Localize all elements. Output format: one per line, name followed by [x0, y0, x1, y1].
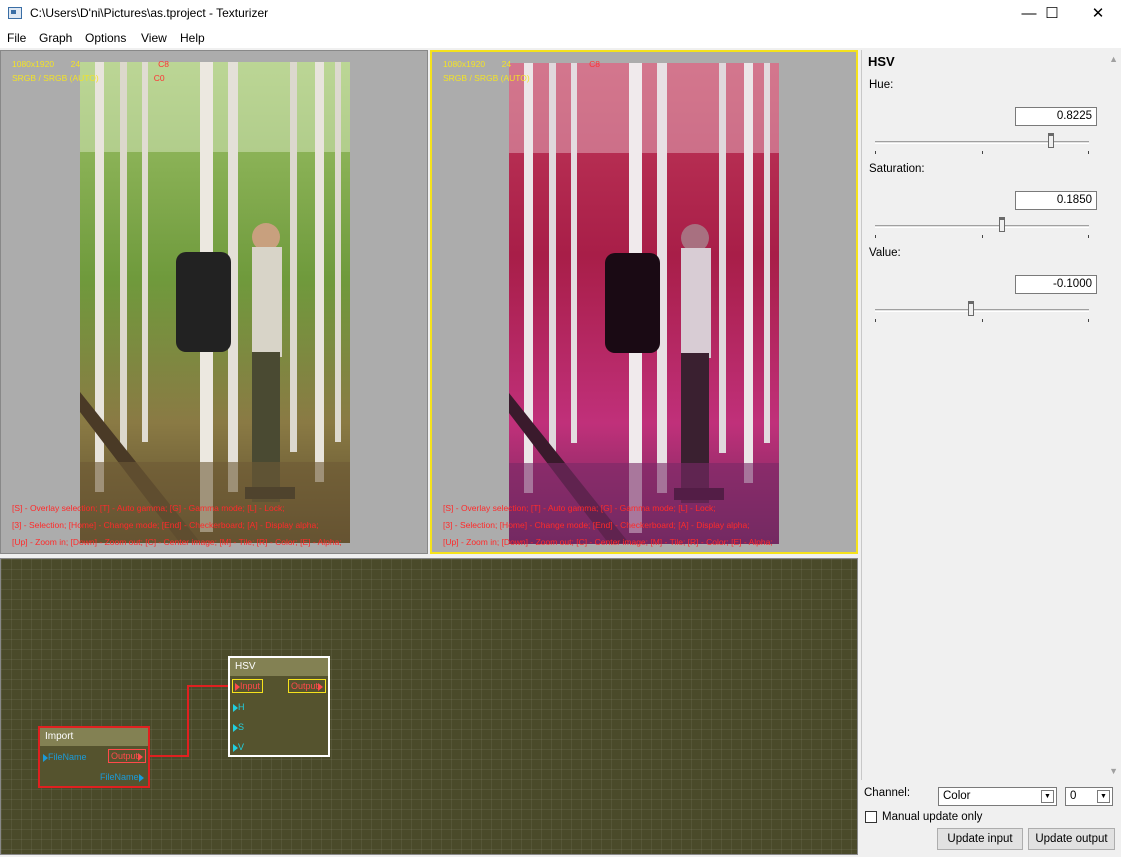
hsv-v-port[interactable]: V: [233, 742, 244, 752]
update-output-button[interactable]: Update output: [1028, 828, 1115, 850]
input-info-line2: SRGB / SRGB (AUTO) C0: [12, 73, 165, 83]
input-viewport[interactable]: 1080x1920 24 C8 SRGB / SRGB (AUTO) C0 [S] …: [0, 50, 428, 554]
output-viewport[interactable]: 1080x1920 24 C8 SRGB / SRGB (AUTO) [S] - …: [430, 50, 858, 554]
input-info-line1: 1080x1920 24 C8: [12, 59, 169, 69]
input-help-line3: [Up] - Zoom in; [Down] - Zoom out; [C] -…: [12, 537, 342, 547]
value-slider-thumb[interactable]: [968, 301, 975, 316]
port-arrow-icon: [138, 773, 144, 782]
port-arrow-icon: [138, 752, 144, 761]
output-help-line2: [3] - Selection; [Home] - Change mode; […: [443, 520, 750, 530]
import-node-title: Import: [40, 728, 148, 746]
menu-file[interactable]: File: [7, 31, 26, 45]
hsv-node-title: HSV: [230, 658, 328, 676]
hue-tick: [875, 151, 876, 154]
channel-select-value: Color: [943, 790, 971, 802]
scroll-down-icon[interactable]: ▼: [1109, 766, 1118, 776]
hsv-input-port[interactable]: Input: [232, 679, 264, 693]
input-depth: 24: [70, 59, 81, 69]
hsv-h-port[interactable]: H: [233, 702, 245, 712]
hue-slider-thumb[interactable]: [1048, 133, 1054, 148]
chevron-down-icon: ▼: [1041, 790, 1054, 803]
input-channel: C8: [158, 59, 169, 69]
value-slider[interactable]: [875, 301, 1089, 316]
hsv-input-label: Input: [240, 681, 261, 691]
menu-help[interactable]: Help: [180, 31, 205, 45]
channel-select[interactable]: Color ▼: [938, 787, 1057, 806]
import-filename-output-port[interactable]: FileName: [100, 772, 144, 782]
value-tick: [875, 319, 876, 322]
value-label: Value:: [869, 247, 901, 259]
import-node[interactable]: Import FileName Output FileName: [38, 726, 150, 788]
import-filename-input-port[interactable]: FileName: [43, 752, 87, 762]
panel-title: HSV: [868, 54, 895, 69]
hsv-s-label: S: [238, 722, 245, 732]
hue-input[interactable]: 0.8225: [1015, 107, 1097, 126]
hsv-output-port[interactable]: Output: [288, 679, 327, 693]
output-help-line3: [Up] - Zoom in; [Down] - Zoom out; [C] -…: [443, 537, 773, 547]
saturation-input[interactable]: 0.1850: [1015, 191, 1097, 210]
hue-tick: [982, 151, 983, 154]
window-title: C:\Users\D'ni\Pictures\as.tproject - Tex…: [30, 6, 269, 20]
output-info-line2: SRGB / SRGB (AUTO): [443, 73, 530, 83]
input-help-line1: [S] - Overlay selection; [T] - Auto gamm…: [12, 503, 285, 513]
output-channel: C8: [589, 59, 600, 69]
port-arrow-icon: [318, 682, 324, 691]
saturation-tick: [875, 235, 876, 238]
bottom-controls: Channel: Color ▼ 0 ▼ Manual update only …: [861, 780, 1121, 857]
import-filename-output-label: FileName: [100, 772, 139, 782]
hsv-v-label: V: [238, 742, 245, 752]
manual-update-label: Manual update only: [882, 811, 983, 823]
hsv-output-label: Output: [291, 681, 319, 691]
hue-label: Hue:: [869, 79, 894, 91]
input-colorspace: SRGB / SRGB (AUTO): [12, 73, 99, 83]
hsv-h-label: H: [238, 702, 245, 712]
value-tick: [1088, 319, 1089, 322]
output-info-line1: 1080x1920 24 C8: [443, 59, 600, 69]
update-input-button[interactable]: Update input: [937, 828, 1023, 850]
connection-wire: [148, 685, 229, 757]
output-resolution: 1080x1920: [443, 59, 486, 69]
scroll-up-icon[interactable]: ▲: [1109, 54, 1118, 64]
input-help-line2: [3] - Selection; [Home] - Change mode; […: [12, 520, 319, 530]
menu-options[interactable]: Options: [85, 31, 126, 45]
chevron-down-icon: ▼: [1097, 790, 1110, 803]
value-input[interactable]: -0.1000: [1015, 275, 1097, 294]
channel-index-value: 0: [1070, 790, 1077, 802]
title-bar: C:\Users\D'ni\Pictures\as.tproject - Tex…: [0, 0, 1121, 28]
channel-label: Channel:: [864, 787, 911, 799]
hsv-s-port[interactable]: S: [233, 722, 244, 732]
hsv-node[interactable]: HSV Input Output H S V: [228, 656, 330, 757]
hue-slider[interactable]: [875, 133, 1089, 148]
output-colorspace: SRGB / SRGB (AUTO): [443, 73, 530, 83]
graph-connections: [148, 685, 229, 757]
channel-index-select[interactable]: 0 ▼: [1065, 787, 1113, 806]
node-graph-canvas[interactable]: Import FileName Output FileName HSV Inpu…: [0, 558, 858, 855]
manual-update-checkbox[interactable]: [865, 811, 877, 823]
menu-bar: File Graph Options View Help: [0, 28, 1121, 48]
saturation-tick: [1088, 235, 1089, 238]
menu-graph[interactable]: Graph: [39, 31, 72, 45]
maximize-button[interactable]: ☐: [1029, 0, 1075, 28]
input-resolution: 1080x1920: [12, 59, 55, 69]
close-button[interactable]: ✕: [1075, 0, 1121, 28]
saturation-slider-thumb[interactable]: [998, 217, 1005, 232]
import-filename-input-label: FileName: [48, 752, 87, 762]
output-depth: 24: [501, 59, 512, 69]
output-help-line1: [S] - Overlay selection; [T] - Auto gamm…: [443, 503, 716, 513]
value-tick: [982, 319, 983, 322]
input-image: [80, 62, 350, 543]
hue-tick: [1088, 151, 1089, 154]
input-channel2: C0: [153, 73, 165, 83]
menu-view[interactable]: View: [141, 31, 167, 45]
saturation-label: Saturation:: [869, 163, 925, 175]
import-output-label: Output: [111, 751, 139, 761]
app-icon: [8, 7, 22, 19]
properties-panel: HSV ▲ Hue: 0.8225 Saturation: 0.1850 Val…: [861, 50, 1121, 780]
saturation-slider[interactable]: [875, 217, 1089, 232]
import-output-port[interactable]: Output: [108, 749, 147, 763]
output-image: [509, 63, 779, 544]
saturation-tick: [982, 235, 983, 238]
